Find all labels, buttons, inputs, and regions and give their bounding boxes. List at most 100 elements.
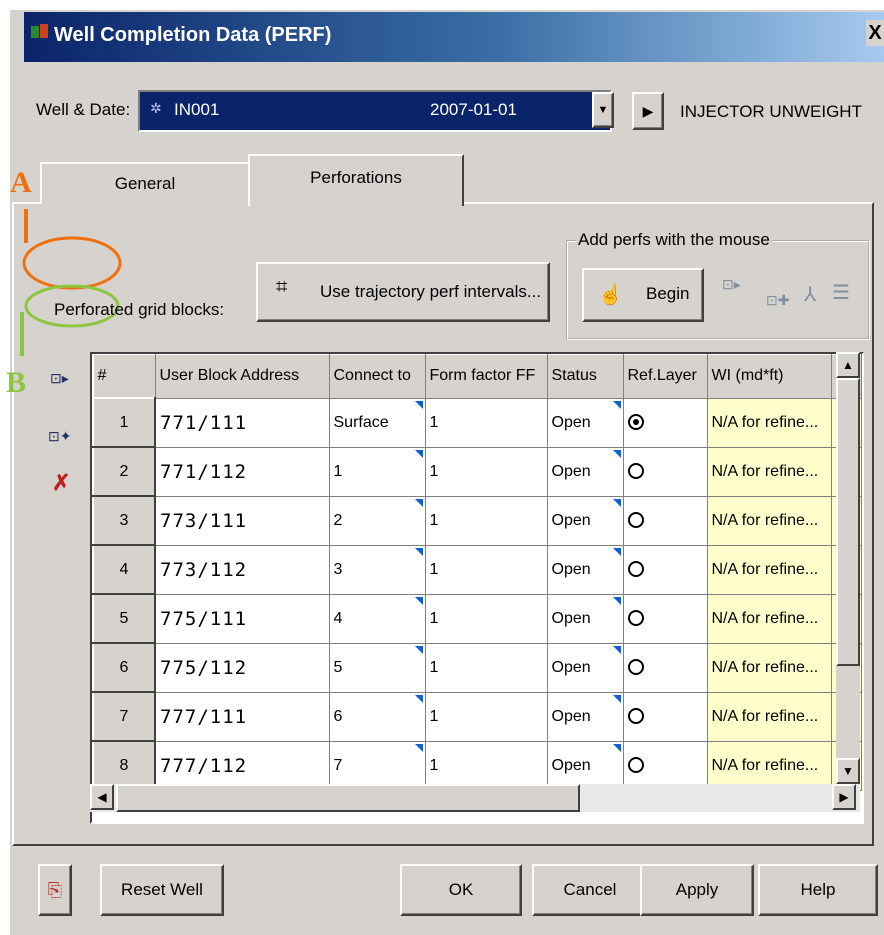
append-row-icon[interactable]: ⊡▸: [50, 370, 69, 387]
horizontal-scroll-thumb[interactable]: [116, 784, 580, 812]
ref-layer-radio-icon[interactable]: [627, 561, 644, 578]
insert-perf-mouse-icon[interactable]: ⊡✚: [766, 292, 789, 309]
wi-cell[interactable]: N/A for refine...: [706, 691, 832, 742]
ref-layer-radio-icon[interactable]: [627, 708, 644, 725]
table-row[interactable]: 3773/11121OpenN/A for refine...1: [92, 495, 862, 546]
scroll-right-icon[interactable]: ▶: [832, 784, 856, 810]
scroll-left-icon[interactable]: ◀: [90, 784, 114, 810]
begin-button[interactable]: ☝ Begin: [582, 268, 704, 322]
dropdown-arrow-icon[interactable]: ▼: [592, 92, 614, 128]
column-header[interactable]: Form factor FF: [424, 354, 548, 399]
status-cell[interactable]: Open: [546, 642, 624, 693]
block-address-cell[interactable]: 773/111: [154, 495, 330, 546]
row-number-cell[interactable]: 6: [92, 642, 156, 693]
form-factor-cell[interactable]: 1: [424, 544, 548, 595]
wi-cell[interactable]: N/A for refine...: [706, 593, 832, 644]
scroll-up-icon[interactable]: ▲: [836, 352, 860, 378]
tab-perforations[interactable]: Perforations: [248, 154, 464, 206]
report-button[interactable]: ⎘: [38, 864, 72, 916]
ref-layer-cell[interactable]: [622, 740, 708, 791]
apply-button[interactable]: Apply: [640, 864, 754, 916]
scroll-down-icon[interactable]: ▼: [836, 758, 860, 784]
row-number-cell[interactable]: 3: [92, 495, 156, 546]
status-cell[interactable]: Open: [546, 691, 624, 742]
table-row[interactable]: 4773/11231OpenN/A for refine...1: [92, 544, 862, 595]
status-cell[interactable]: Open: [546, 397, 624, 448]
table-row[interactable]: 6775/11251OpenN/A for refine...1: [92, 642, 862, 693]
table-row[interactable]: 2771/11211OpenN/A for refine...1: [92, 446, 862, 497]
ref-layer-cell[interactable]: [622, 397, 708, 448]
column-header[interactable]: User Block Address: [154, 354, 330, 399]
delete-row-icon[interactable]: ✗: [52, 470, 70, 496]
insert-row-icon[interactable]: ⊡✦: [48, 428, 71, 445]
table-row[interactable]: 1771/111Surface1OpenN/A for refine...1: [92, 397, 862, 448]
table-row[interactable]: 8777/11271OpenN/A for refine...1: [92, 740, 862, 791]
wi-cell[interactable]: N/A for refine...: [706, 446, 832, 497]
connect-to-cell[interactable]: 7: [328, 740, 426, 791]
vertical-scrollbar[interactable]: ▲ ▼: [836, 352, 860, 784]
well-date-select[interactable]: ✲ IN001 2007-01-01: [138, 90, 612, 132]
row-number-cell[interactable]: 7: [92, 691, 156, 742]
horizontal-scrollbar[interactable]: ◀ ▶: [90, 784, 860, 812]
ref-layer-radio-icon[interactable]: [627, 512, 644, 529]
ref-layer-radio-icon[interactable]: [627, 414, 644, 431]
form-factor-cell[interactable]: 1: [424, 495, 548, 546]
ref-layer-radio-icon[interactable]: [627, 757, 644, 774]
row-number-cell[interactable]: 1: [92, 397, 156, 448]
row-number-cell[interactable]: 8: [92, 740, 156, 791]
connect-to-cell[interactable]: 2: [328, 495, 426, 546]
column-header[interactable]: #: [92, 354, 156, 399]
form-factor-cell[interactable]: 1: [424, 397, 548, 448]
close-button[interactable]: X: [866, 20, 884, 46]
wi-cell[interactable]: N/A for refine...: [706, 397, 832, 448]
ref-layer-cell[interactable]: [622, 593, 708, 644]
column-header[interactable]: Ref.Layer: [622, 354, 708, 399]
ref-layer-radio-icon[interactable]: [627, 659, 644, 676]
ref-layer-cell[interactable]: [622, 544, 708, 595]
ref-layer-cell[interactable]: [622, 495, 708, 546]
form-factor-cell[interactable]: 1: [424, 446, 548, 497]
branch-icon[interactable]: ⅄: [804, 282, 816, 307]
status-cell[interactable]: Open: [546, 495, 624, 546]
form-factor-cell[interactable]: 1: [424, 740, 548, 791]
ref-layer-cell[interactable]: [622, 446, 708, 497]
block-address-cell[interactable]: 775/112: [154, 642, 330, 693]
reset-well-button[interactable]: Reset Well: [100, 864, 224, 916]
help-button[interactable]: Help: [758, 864, 878, 916]
ref-layer-radio-icon[interactable]: [627, 463, 644, 480]
block-address-cell[interactable]: 777/111: [154, 691, 330, 742]
wi-cell[interactable]: N/A for refine...: [706, 544, 832, 595]
connect-to-cell[interactable]: 6: [328, 691, 426, 742]
block-address-cell[interactable]: 777/112: [154, 740, 330, 791]
block-address-cell[interactable]: 771/112: [154, 446, 330, 497]
wi-cell[interactable]: N/A for refine...: [706, 495, 832, 546]
block-address-cell[interactable]: 771/111: [154, 397, 330, 448]
add-perf-mouse-icon[interactable]: ⊡▸: [722, 276, 741, 293]
block-address-cell[interactable]: 775/111: [154, 593, 330, 644]
column-header[interactable]: Connect to: [328, 354, 426, 399]
form-factor-cell[interactable]: 1: [424, 642, 548, 693]
column-header[interactable]: WI (md*ft): [706, 354, 832, 399]
vertical-scroll-thumb[interactable]: [836, 378, 860, 666]
trajectory-perf-button[interactable]: ⌗ Use trajectory perf intervals...: [256, 262, 550, 322]
tab-general[interactable]: General: [40, 162, 250, 204]
row-number-cell[interactable]: 5: [92, 593, 156, 644]
wi-cell[interactable]: N/A for refine...: [706, 642, 832, 693]
block-address-cell[interactable]: 773/112: [154, 544, 330, 595]
list-icon[interactable]: ☰: [832, 280, 850, 305]
form-factor-cell[interactable]: 1: [424, 593, 548, 644]
ref-layer-cell[interactable]: [622, 642, 708, 693]
form-factor-cell[interactable]: 1: [424, 691, 548, 742]
ref-layer-radio-icon[interactable]: [627, 610, 644, 627]
connect-to-cell[interactable]: 4: [328, 593, 426, 644]
status-cell[interactable]: Open: [546, 593, 624, 644]
row-number-cell[interactable]: 2: [92, 446, 156, 497]
column-header[interactable]: Status: [546, 354, 624, 399]
cancel-button[interactable]: Cancel: [532, 864, 648, 916]
table-row[interactable]: 7777/11161OpenN/A for refine...1: [92, 691, 862, 742]
connect-to-cell[interactable]: 5: [328, 642, 426, 693]
ok-button[interactable]: OK: [400, 864, 522, 916]
ref-layer-cell[interactable]: [622, 691, 708, 742]
connect-to-cell[interactable]: Surface: [328, 397, 426, 448]
connect-to-cell[interactable]: 3: [328, 544, 426, 595]
